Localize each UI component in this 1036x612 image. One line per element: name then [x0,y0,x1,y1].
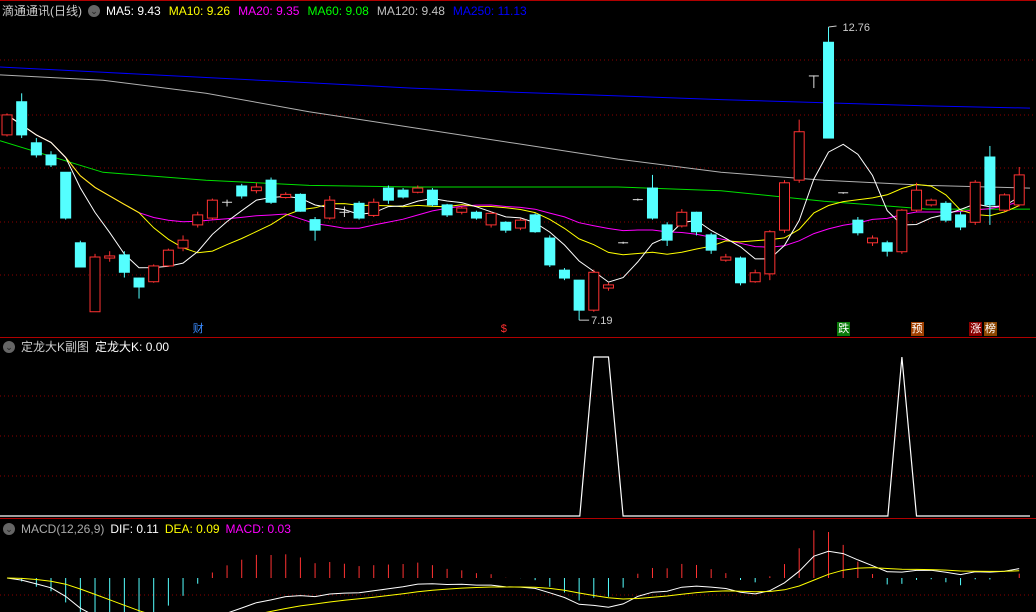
candle-down [309,219,321,231]
low-price-label: 7.19 [591,315,612,327]
main-panel-header: 滴通通讯(日线) ⌄ MA5: 9.43 MA10: 9.26 MA20: 9.35… [2,1,527,21]
ma-label: MA10: 9.26 [168,4,231,18]
candle-up [911,189,923,211]
candle-up [368,201,380,216]
candle-down [265,179,277,203]
candle-up [485,212,497,226]
candle-down [133,277,145,288]
candle-up [514,219,526,229]
dea-value: DEA: 0.09 [164,522,220,536]
candle-down [661,224,673,241]
ma60-line [0,140,1030,210]
candle-down [940,202,952,221]
candle-up [192,214,204,226]
candle-up [1,114,13,136]
chevron-down-icon[interactable]: ⌄ [3,341,15,353]
ma10-line [6,114,1020,256]
candle-up [969,181,981,223]
candle-down [30,142,42,156]
candle-up [588,271,600,311]
ma-label: MA20: 9.35 [238,4,300,18]
ma20-line [6,114,1020,248]
candle-up [896,209,908,253]
candle-up [999,194,1011,211]
macd-value: MACD: 0.03 [225,522,291,536]
macd-panel-header: ⌄ MACD(12,26,9) DIF: 0.11 DEA: 0.09 MACD… [3,519,291,539]
ma-label: MA120: 9.48 [376,4,445,18]
event-marker[interactable]: 涨 [969,322,983,336]
candle-down [529,214,541,233]
candle-up [779,182,791,231]
candle-up [793,131,805,181]
candle-down [236,185,248,197]
candle-up [676,211,688,227]
candle-up [720,256,732,261]
candle-down [353,202,365,219]
ma-label: MA60: 9.08 [307,4,369,18]
event-marker[interactable]: 预 [910,322,924,336]
candle-down [823,41,835,139]
candle-up [206,199,218,219]
candle-up [456,207,468,213]
candle-up [1013,174,1025,206]
candle-down [705,234,717,251]
candle-up [925,199,937,206]
stock-name: 滴通通讯(日线) [2,4,82,18]
candle-down [441,204,453,216]
candle-up [602,284,614,289]
candle-up [280,193,292,199]
candle-down [118,254,130,273]
candle-up [148,265,160,283]
event-marker[interactable]: 跌 [837,322,851,336]
event-marker[interactable]: 财 [192,322,205,336]
chevron-down-icon[interactable]: ⌄ [3,523,15,535]
candle-up [749,272,761,283]
candle-down [881,242,893,252]
dragon-k-value: 定龙大K: 0.00 [95,340,170,354]
ma-label: MA5: 9.43 [106,4,161,18]
event-marker[interactable]: 榜 [983,322,997,336]
candle-up [324,199,336,219]
candle-down [397,189,409,198]
candle-up [177,239,189,249]
candle-down [294,193,306,212]
event-marker[interactable]: $ [500,322,508,336]
ma250-line [0,66,1031,109]
sub-panel-header: ⌄ 定龙大K副图 定龙大K: 0.00 [3,337,169,357]
dea-line [6,567,1020,612]
candle-down [646,187,658,219]
candle-up [250,186,262,192]
candle-up [412,187,424,193]
candle-up [867,237,879,244]
candle-down [470,211,482,219]
candle-down [500,221,512,231]
candle-down [74,242,86,268]
dif-line [6,550,1020,612]
candle-down [544,237,556,266]
candle-up [104,255,116,259]
candle-down [426,189,438,206]
ma-label: MA250: 11.13 [452,4,527,18]
candle-down [852,219,864,234]
candle-down [735,257,746,284]
candle-down [955,214,967,228]
candle-down [984,156,996,206]
sub-panel-title: 定龙大K副图 [21,340,90,354]
dif-value: DIF: 0.11 [110,522,159,536]
candle-down [690,211,702,233]
candle-down [16,101,28,136]
candle-up [89,256,101,313]
candle-down [45,154,57,166]
dragon-k-line [0,356,1030,517]
candle-up [162,249,174,267]
candle-up [764,231,776,275]
high-pointer [828,25,837,28]
candle-down [558,269,570,279]
candle-down [382,187,394,201]
chevron-down-icon[interactable]: ⌄ [88,5,100,17]
macd-title: MACD(12,26,9) [21,522,105,536]
high-price-label: 12.76 [843,22,871,34]
candle-down [60,171,72,219]
candle-down [573,279,585,311]
